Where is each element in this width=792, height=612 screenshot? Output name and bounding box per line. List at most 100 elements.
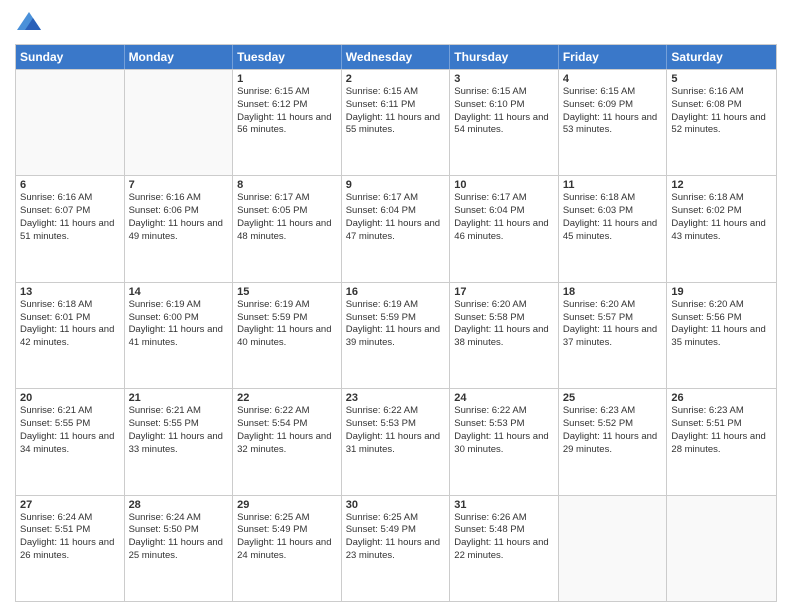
sunset-text: Sunset: 5:59 PM — [237, 312, 337, 325]
daylight-text: Daylight: 11 hours and 24 minutes. — [237, 537, 337, 563]
sunset-text: Sunset: 5:53 PM — [346, 418, 446, 431]
sunrise-text: Sunrise: 6:20 AM — [563, 299, 663, 312]
sunrise-text: Sunrise: 6:21 AM — [20, 405, 120, 418]
cal-cell-12: 12Sunrise: 6:18 AMSunset: 6:02 PMDayligh… — [667, 176, 776, 281]
cal-cell-4: 4Sunrise: 6:15 AMSunset: 6:09 PMDaylight… — [559, 70, 668, 175]
cal-cell-9: 9Sunrise: 6:17 AMSunset: 6:04 PMDaylight… — [342, 176, 451, 281]
header-day-friday: Friday — [559, 45, 668, 69]
sunset-text: Sunset: 5:55 PM — [20, 418, 120, 431]
day-number: 2 — [346, 73, 446, 85]
cal-cell-28: 28Sunrise: 6:24 AMSunset: 5:50 PMDayligh… — [125, 496, 234, 601]
sunset-text: Sunset: 6:07 PM — [20, 205, 120, 218]
daylight-text: Daylight: 11 hours and 42 minutes. — [20, 324, 120, 350]
day-number: 3 — [454, 73, 554, 85]
header — [15, 10, 777, 38]
logo-icon — [15, 10, 43, 38]
sunset-text: Sunset: 5:52 PM — [563, 418, 663, 431]
cal-cell-24: 24Sunrise: 6:22 AMSunset: 5:53 PMDayligh… — [450, 389, 559, 494]
cal-cell-13: 13Sunrise: 6:18 AMSunset: 6:01 PMDayligh… — [16, 283, 125, 388]
sunset-text: Sunset: 5:51 PM — [671, 418, 772, 431]
sunset-text: Sunset: 5:50 PM — [129, 524, 229, 537]
day-number: 19 — [671, 286, 772, 298]
sunrise-text: Sunrise: 6:23 AM — [563, 405, 663, 418]
sunrise-text: Sunrise: 6:25 AM — [237, 512, 337, 525]
daylight-text: Daylight: 11 hours and 49 minutes. — [129, 218, 229, 244]
day-number: 29 — [237, 499, 337, 511]
day-number: 18 — [563, 286, 663, 298]
day-number: 10 — [454, 179, 554, 191]
sunrise-text: Sunrise: 6:19 AM — [237, 299, 337, 312]
sunset-text: Sunset: 6:10 PM — [454, 99, 554, 112]
day-number: 4 — [563, 73, 663, 85]
day-number: 13 — [20, 286, 120, 298]
daylight-text: Daylight: 11 hours and 32 minutes. — [237, 431, 337, 457]
cal-cell-22: 22Sunrise: 6:22 AMSunset: 5:54 PMDayligh… — [233, 389, 342, 494]
cal-cell-30: 30Sunrise: 6:25 AMSunset: 5:49 PMDayligh… — [342, 496, 451, 601]
header-day-wednesday: Wednesday — [342, 45, 451, 69]
daylight-text: Daylight: 11 hours and 53 minutes. — [563, 112, 663, 138]
cal-cell-empty-0-0 — [16, 70, 125, 175]
sunrise-text: Sunrise: 6:16 AM — [671, 86, 772, 99]
sunset-text: Sunset: 6:05 PM — [237, 205, 337, 218]
day-number: 27 — [20, 499, 120, 511]
daylight-text: Daylight: 11 hours and 48 minutes. — [237, 218, 337, 244]
daylight-text: Daylight: 11 hours and 55 minutes. — [346, 112, 446, 138]
sunrise-text: Sunrise: 6:18 AM — [563, 192, 663, 205]
daylight-text: Daylight: 11 hours and 37 minutes. — [563, 324, 663, 350]
cal-cell-5: 5Sunrise: 6:16 AMSunset: 6:08 PMDaylight… — [667, 70, 776, 175]
day-number: 14 — [129, 286, 229, 298]
day-number: 31 — [454, 499, 554, 511]
day-number: 28 — [129, 499, 229, 511]
day-number: 22 — [237, 392, 337, 404]
sunset-text: Sunset: 5:56 PM — [671, 312, 772, 325]
sunset-text: Sunset: 6:11 PM — [346, 99, 446, 112]
sunset-text: Sunset: 5:53 PM — [454, 418, 554, 431]
cal-cell-10: 10Sunrise: 6:17 AMSunset: 6:04 PMDayligh… — [450, 176, 559, 281]
cal-cell-25: 25Sunrise: 6:23 AMSunset: 5:52 PMDayligh… — [559, 389, 668, 494]
sunset-text: Sunset: 5:48 PM — [454, 524, 554, 537]
day-number: 17 — [454, 286, 554, 298]
sunrise-text: Sunrise: 6:18 AM — [671, 192, 772, 205]
sunrise-text: Sunrise: 6:23 AM — [671, 405, 772, 418]
day-number: 21 — [129, 392, 229, 404]
cal-cell-18: 18Sunrise: 6:20 AMSunset: 5:57 PMDayligh… — [559, 283, 668, 388]
daylight-text: Daylight: 11 hours and 22 minutes. — [454, 537, 554, 563]
daylight-text: Daylight: 11 hours and 34 minutes. — [20, 431, 120, 457]
sunrise-text: Sunrise: 6:17 AM — [454, 192, 554, 205]
daylight-text: Daylight: 11 hours and 30 minutes. — [454, 431, 554, 457]
cal-cell-29: 29Sunrise: 6:25 AMSunset: 5:49 PMDayligh… — [233, 496, 342, 601]
sunrise-text: Sunrise: 6:19 AM — [129, 299, 229, 312]
daylight-text: Daylight: 11 hours and 40 minutes. — [237, 324, 337, 350]
daylight-text: Daylight: 11 hours and 38 minutes. — [454, 324, 554, 350]
cal-cell-8: 8Sunrise: 6:17 AMSunset: 6:05 PMDaylight… — [233, 176, 342, 281]
sunset-text: Sunset: 6:04 PM — [454, 205, 554, 218]
sunset-text: Sunset: 5:54 PM — [237, 418, 337, 431]
sunset-text: Sunset: 6:06 PM — [129, 205, 229, 218]
sunset-text: Sunset: 5:49 PM — [237, 524, 337, 537]
sunset-text: Sunset: 6:12 PM — [237, 99, 337, 112]
sunrise-text: Sunrise: 6:26 AM — [454, 512, 554, 525]
sunset-text: Sunset: 5:51 PM — [20, 524, 120, 537]
sunrise-text: Sunrise: 6:15 AM — [563, 86, 663, 99]
day-number: 16 — [346, 286, 446, 298]
day-number: 5 — [671, 73, 772, 85]
daylight-text: Daylight: 11 hours and 29 minutes. — [563, 431, 663, 457]
daylight-text: Daylight: 11 hours and 45 minutes. — [563, 218, 663, 244]
cal-cell-2: 2Sunrise: 6:15 AMSunset: 6:11 PMDaylight… — [342, 70, 451, 175]
day-number: 12 — [671, 179, 772, 191]
day-number: 7 — [129, 179, 229, 191]
calendar-body: 1Sunrise: 6:15 AMSunset: 6:12 PMDaylight… — [16, 69, 776, 601]
cal-cell-14: 14Sunrise: 6:19 AMSunset: 6:00 PMDayligh… — [125, 283, 234, 388]
day-number: 15 — [237, 286, 337, 298]
sunrise-text: Sunrise: 6:25 AM — [346, 512, 446, 525]
cal-cell-11: 11Sunrise: 6:18 AMSunset: 6:03 PMDayligh… — [559, 176, 668, 281]
sunset-text: Sunset: 6:04 PM — [346, 205, 446, 218]
sunrise-text: Sunrise: 6:15 AM — [346, 86, 446, 99]
sunset-text: Sunset: 5:58 PM — [454, 312, 554, 325]
daylight-text: Daylight: 11 hours and 28 minutes. — [671, 431, 772, 457]
day-number: 9 — [346, 179, 446, 191]
sunrise-text: Sunrise: 6:18 AM — [20, 299, 120, 312]
day-number: 8 — [237, 179, 337, 191]
day-number: 20 — [20, 392, 120, 404]
header-day-monday: Monday — [125, 45, 234, 69]
